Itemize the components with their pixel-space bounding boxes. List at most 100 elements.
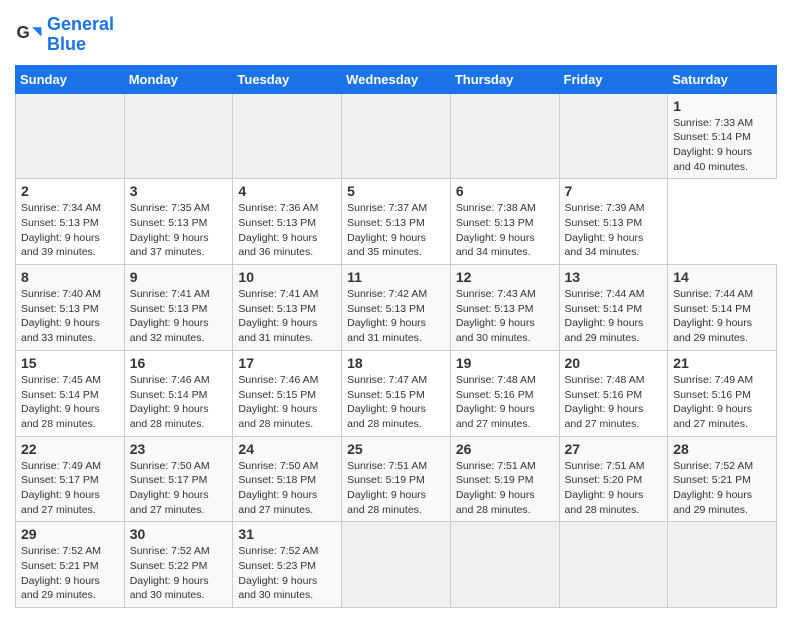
day-number: 19 <box>456 355 554 371</box>
calendar-cell: 6 Sunrise: 7:38 AMSunset: 5:13 PMDayligh… <box>450 179 559 265</box>
calendar-cell: 30 Sunrise: 7:52 AMSunset: 5:22 PMDaylig… <box>124 522 233 608</box>
calendar-cell: 26 Sunrise: 7:51 AMSunset: 5:19 PMDaylig… <box>450 436 559 522</box>
week-row-3: 8 Sunrise: 7:40 AMSunset: 5:13 PMDayligh… <box>16 265 777 351</box>
day-info: Sunrise: 7:52 AMSunset: 5:21 PMDaylight:… <box>21 544 119 603</box>
day-info: Sunrise: 7:44 AMSunset: 5:14 PMDaylight:… <box>565 287 663 346</box>
day-number: 3 <box>130 183 228 199</box>
day-info: Sunrise: 7:41 AMSunset: 5:13 PMDaylight:… <box>238 287 336 346</box>
calendar-cell: 12 Sunrise: 7:43 AMSunset: 5:13 PMDaylig… <box>450 265 559 351</box>
logo-text: General Blue <box>47 15 114 55</box>
day-info: Sunrise: 7:33 AMSunset: 5:14 PMDaylight:… <box>673 116 771 175</box>
calendar-cell: 15 Sunrise: 7:45 AMSunset: 5:14 PMDaylig… <box>16 350 125 436</box>
week-row-4: 15 Sunrise: 7:45 AMSunset: 5:14 PMDaylig… <box>16 350 777 436</box>
day-number: 26 <box>456 441 554 457</box>
day-info: Sunrise: 7:35 AMSunset: 5:13 PMDaylight:… <box>130 201 228 260</box>
day-number: 15 <box>21 355 119 371</box>
calendar-cell: 16 Sunrise: 7:46 AMSunset: 5:14 PMDaylig… <box>124 350 233 436</box>
day-number: 17 <box>238 355 336 371</box>
day-info: Sunrise: 7:45 AMSunset: 5:14 PMDaylight:… <box>21 373 119 432</box>
calendar-cell: 29 Sunrise: 7:52 AMSunset: 5:21 PMDaylig… <box>16 522 125 608</box>
day-info: Sunrise: 7:48 AMSunset: 5:16 PMDaylight:… <box>456 373 554 432</box>
calendar-cell <box>342 522 451 608</box>
calendar-cell: 23 Sunrise: 7:50 AMSunset: 5:17 PMDaylig… <box>124 436 233 522</box>
calendar-cell: 8 Sunrise: 7:40 AMSunset: 5:13 PMDayligh… <box>16 265 125 351</box>
day-info: Sunrise: 7:46 AMSunset: 5:14 PMDaylight:… <box>130 373 228 432</box>
calendar-table: SundayMondayTuesdayWednesdayThursdayFrid… <box>15 65 777 609</box>
day-info: Sunrise: 7:34 AMSunset: 5:13 PMDaylight:… <box>21 201 119 260</box>
header-saturday: Saturday <box>668 65 777 93</box>
calendar-cell <box>450 93 559 179</box>
calendar-cell: 27 Sunrise: 7:51 AMSunset: 5:20 PMDaylig… <box>559 436 668 522</box>
day-number: 8 <box>21 269 119 285</box>
day-number: 20 <box>565 355 663 371</box>
day-number: 16 <box>130 355 228 371</box>
week-row-1: 1 Sunrise: 7:33 AMSunset: 5:14 PMDayligh… <box>16 93 777 179</box>
calendar-cell <box>559 93 668 179</box>
calendar-cell: 5 Sunrise: 7:37 AMSunset: 5:13 PMDayligh… <box>342 179 451 265</box>
day-info: Sunrise: 7:44 AMSunset: 5:14 PMDaylight:… <box>673 287 771 346</box>
week-row-5: 22 Sunrise: 7:49 AMSunset: 5:17 PMDaylig… <box>16 436 777 522</box>
calendar-cell: 3 Sunrise: 7:35 AMSunset: 5:13 PMDayligh… <box>124 179 233 265</box>
day-info: Sunrise: 7:38 AMSunset: 5:13 PMDaylight:… <box>456 201 554 260</box>
day-number: 21 <box>673 355 771 371</box>
day-number: 9 <box>130 269 228 285</box>
calendar-cell <box>668 522 777 608</box>
calendar-cell: 19 Sunrise: 7:48 AMSunset: 5:16 PMDaylig… <box>450 350 559 436</box>
day-number: 28 <box>673 441 771 457</box>
calendar-cell <box>124 93 233 179</box>
calendar-cell: 24 Sunrise: 7:50 AMSunset: 5:18 PMDaylig… <box>233 436 342 522</box>
logo: G General Blue <box>15 15 114 55</box>
day-info: Sunrise: 7:39 AMSunset: 5:13 PMDaylight:… <box>565 201 663 260</box>
calendar-cell: 14 Sunrise: 7:44 AMSunset: 5:14 PMDaylig… <box>668 265 777 351</box>
svg-text:G: G <box>17 23 30 42</box>
calendar-cell: 18 Sunrise: 7:47 AMSunset: 5:15 PMDaylig… <box>342 350 451 436</box>
header-sunday: Sunday <box>16 65 125 93</box>
day-number: 25 <box>347 441 445 457</box>
page-header: G General Blue <box>15 15 777 55</box>
week-row-2: 2 Sunrise: 7:34 AMSunset: 5:13 PMDayligh… <box>16 179 777 265</box>
day-info: Sunrise: 7:46 AMSunset: 5:15 PMDaylight:… <box>238 373 336 432</box>
calendar-cell: 2 Sunrise: 7:34 AMSunset: 5:13 PMDayligh… <box>16 179 125 265</box>
calendar-cell <box>559 522 668 608</box>
calendar-cell <box>342 93 451 179</box>
header-monday: Monday <box>124 65 233 93</box>
calendar-cell <box>450 522 559 608</box>
calendar-cell: 31 Sunrise: 7:52 AMSunset: 5:23 PMDaylig… <box>233 522 342 608</box>
day-info: Sunrise: 7:47 AMSunset: 5:15 PMDaylight:… <box>347 373 445 432</box>
calendar-cell: 25 Sunrise: 7:51 AMSunset: 5:19 PMDaylig… <box>342 436 451 522</box>
day-info: Sunrise: 7:42 AMSunset: 5:13 PMDaylight:… <box>347 287 445 346</box>
day-info: Sunrise: 7:40 AMSunset: 5:13 PMDaylight:… <box>21 287 119 346</box>
day-number: 29 <box>21 526 119 542</box>
calendar-cell <box>233 93 342 179</box>
header-tuesday: Tuesday <box>233 65 342 93</box>
calendar-cell: 7 Sunrise: 7:39 AMSunset: 5:13 PMDayligh… <box>559 179 668 265</box>
calendar-cell: 4 Sunrise: 7:36 AMSunset: 5:13 PMDayligh… <box>233 179 342 265</box>
header-thursday: Thursday <box>450 65 559 93</box>
day-info: Sunrise: 7:49 AMSunset: 5:16 PMDaylight:… <box>673 373 771 432</box>
day-number: 18 <box>347 355 445 371</box>
day-number: 30 <box>130 526 228 542</box>
calendar-cell: 10 Sunrise: 7:41 AMSunset: 5:13 PMDaylig… <box>233 265 342 351</box>
day-number: 31 <box>238 526 336 542</box>
day-info: Sunrise: 7:48 AMSunset: 5:16 PMDaylight:… <box>565 373 663 432</box>
day-number: 12 <box>456 269 554 285</box>
day-number: 22 <box>21 441 119 457</box>
day-number: 5 <box>347 183 445 199</box>
calendar-cell: 22 Sunrise: 7:49 AMSunset: 5:17 PMDaylig… <box>16 436 125 522</box>
week-row-6: 29 Sunrise: 7:52 AMSunset: 5:21 PMDaylig… <box>16 522 777 608</box>
day-info: Sunrise: 7:49 AMSunset: 5:17 PMDaylight:… <box>21 459 119 518</box>
day-number: 1 <box>673 98 771 114</box>
day-number: 27 <box>565 441 663 457</box>
header-wednesday: Wednesday <box>342 65 451 93</box>
header-row: SundayMondayTuesdayWednesdayThursdayFrid… <box>16 65 777 93</box>
day-number: 11 <box>347 269 445 285</box>
calendar-cell: 20 Sunrise: 7:48 AMSunset: 5:16 PMDaylig… <box>559 350 668 436</box>
calendar-cell: 1 Sunrise: 7:33 AMSunset: 5:14 PMDayligh… <box>668 93 777 179</box>
day-number: 13 <box>565 269 663 285</box>
day-number: 4 <box>238 183 336 199</box>
logo-icon: G <box>15 21 43 49</box>
day-info: Sunrise: 7:51 AMSunset: 5:20 PMDaylight:… <box>565 459 663 518</box>
header-friday: Friday <box>559 65 668 93</box>
day-info: Sunrise: 7:51 AMSunset: 5:19 PMDaylight:… <box>347 459 445 518</box>
day-info: Sunrise: 7:50 AMSunset: 5:17 PMDaylight:… <box>130 459 228 518</box>
